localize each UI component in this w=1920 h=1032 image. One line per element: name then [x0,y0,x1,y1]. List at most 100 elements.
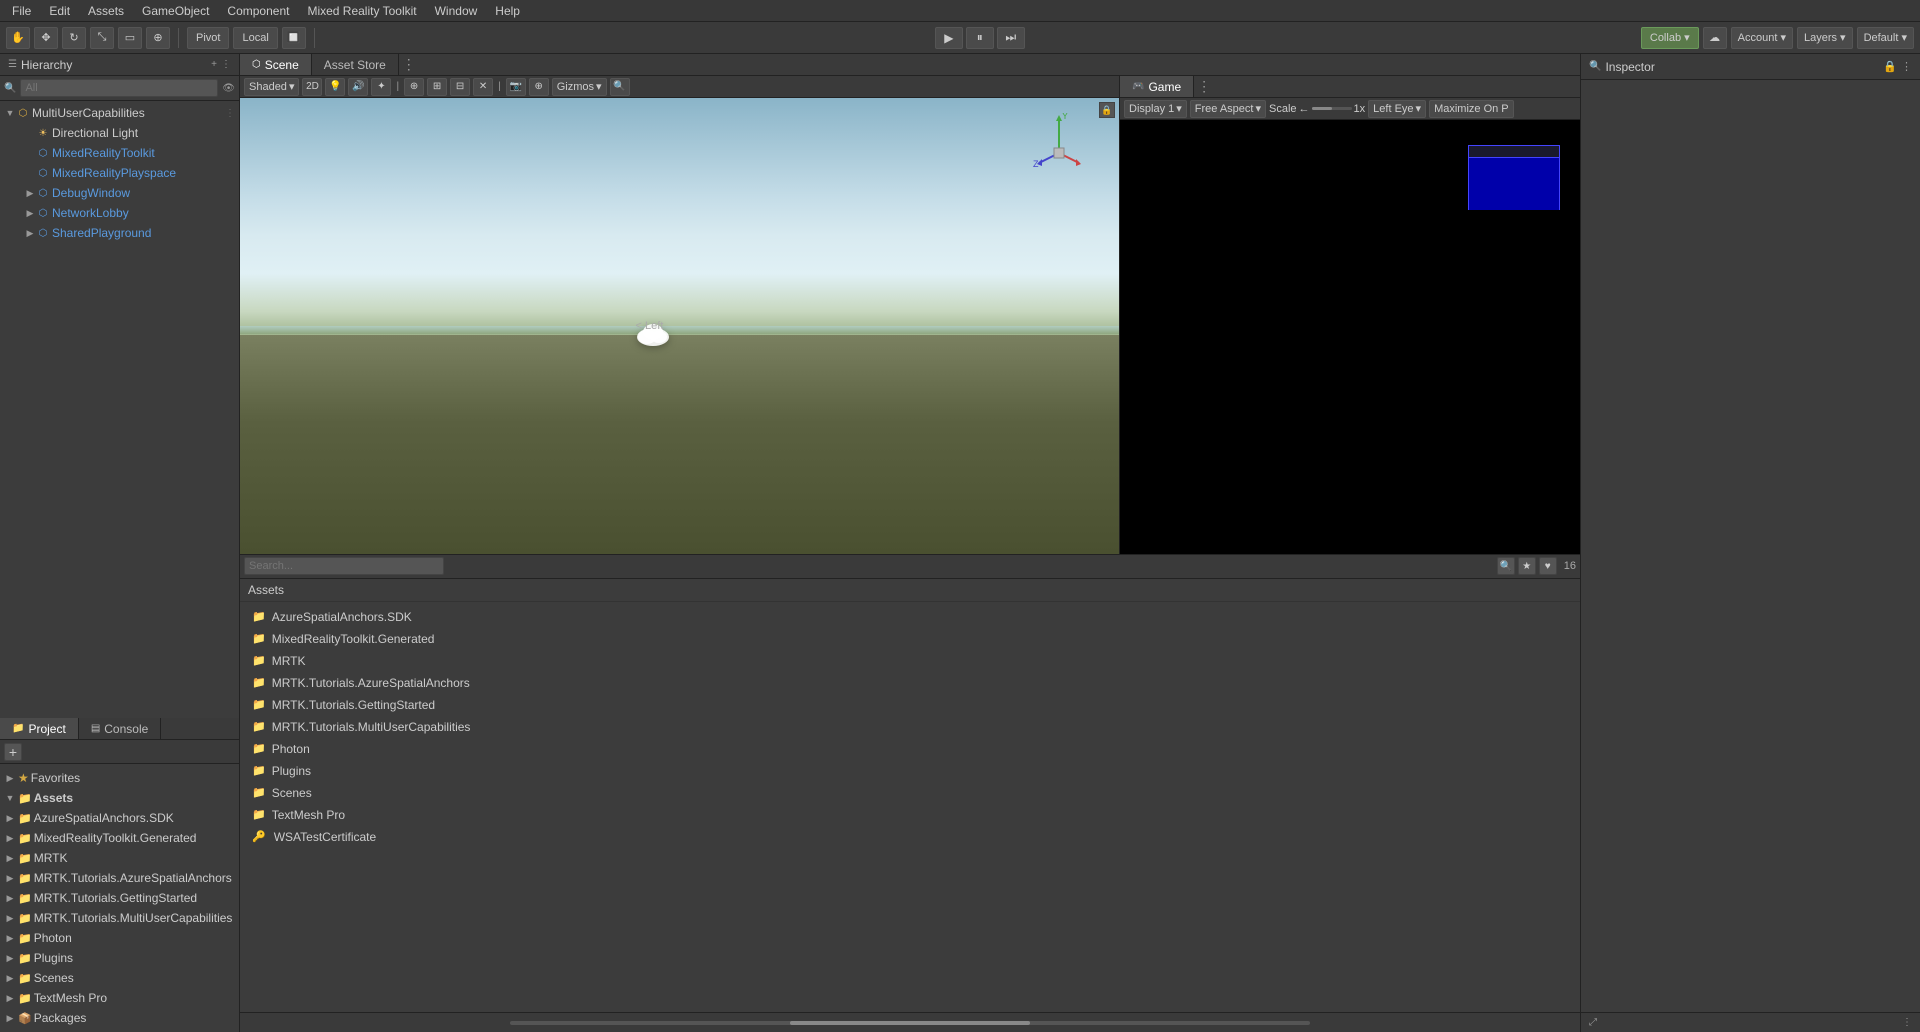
folder-textmesh[interactable]: ▶ 📁 TextMesh Pro [0,988,239,1008]
menu-mrtk[interactable]: Mixed Reality Toolkit [299,2,424,20]
inspector-more-btn[interactable]: ⋮ [1901,60,1912,73]
fx-btn[interactable]: ✦ [371,78,391,96]
step-btn[interactable]: ⏭ [997,27,1025,49]
hierarchy-more-btn[interactable]: ⋮ [221,59,231,70]
scene-search-btn[interactable]: 🔍 [610,78,630,96]
asset-filter-btn[interactable]: 🔍 [1497,557,1515,575]
menu-help[interactable]: Help [487,2,528,20]
inspector-more2-btn[interactable]: ⋮ [1902,1017,1912,1028]
menu-assets[interactable]: Assets [80,2,132,20]
hierarchy-item-mrtk[interactable]: ⬡ MixedRealityToolkit [0,143,239,163]
eye-dropdown[interactable]: Left Eye ▾ [1368,100,1426,118]
root-more-btn[interactable]: ⋮ [225,108,235,119]
scale-tool-btn[interactable]: ⤡ [90,27,114,49]
scene-cam-btn[interactable]: 📷 [506,78,526,96]
menu-edit[interactable]: Edit [41,2,78,20]
favorites-item[interactable]: ▶ ★ Favorites [0,768,239,788]
play-btn[interactable]: ▶ [935,27,963,49]
menu-component[interactable]: Component [219,2,297,20]
hand-tool-btn[interactable]: ✋ [6,27,30,49]
folder-mrtk-multiuser[interactable]: ▶ 📁 MRTK.Tutorials.MultiUserCapabilities [0,908,239,928]
project-tab[interactable]: 📁 Project [0,718,79,739]
move-tool-btn[interactable]: ✥ [34,27,58,49]
project-add-btn[interactable]: + [4,743,22,761]
horizontal-scrollbar[interactable] [510,1021,1309,1025]
collab-btn[interactable]: Collab ▾ [1641,27,1699,49]
hierarchy-add-btn[interactable]: + [211,59,217,70]
gizmos-dropdown[interactable]: Gizmos ▾ [552,78,607,96]
inspector-resize-icon[interactable]: ⤢ [1589,1017,1597,1028]
folder-mrtk-generated[interactable]: ▶ 📁 MixedRealityToolkit.Generated [0,828,239,848]
scene-btn2[interactable]: ⊞ [427,78,447,96]
aspect-dropdown[interactable]: Free Aspect ▾ [1190,100,1266,118]
maximize-dropdown[interactable]: Maximize On P [1429,100,1514,118]
asset-fav-btn[interactable]: ♥ [1539,557,1557,575]
lighting-btn[interactable]: 💡 [325,78,345,96]
folder-mrtk[interactable]: ▶ 📁 MRTK [0,848,239,868]
hierarchy-item-networklobby[interactable]: ▶ ⬡ NetworkLobby [0,203,239,223]
2d-btn[interactable]: 2D [302,78,322,96]
console-tab[interactable]: ▤ Console [79,718,161,739]
folder-scenes[interactable]: ▶ 📁 Scenes [0,968,239,988]
menu-gameobject[interactable]: GameObject [134,2,217,20]
hierarchy-item-debugwindow[interactable]: ▶ ⬡ DebugWindow [0,183,239,203]
asset-item-wsa-cert[interactable]: 🔑 WSATestCertificate [248,826,1572,848]
asset-item-plugins[interactable]: 📁 Plugins [248,760,1572,782]
shaded-dropdown[interactable]: Shaded ▾ [244,78,299,96]
snap-btn[interactable]: 🔲 [282,27,306,49]
display-dropdown[interactable]: Display 1 ▾ [1124,100,1187,118]
asset-item-mrtk-gen[interactable]: 📁 MixedRealityToolkit.Generated [248,628,1572,650]
rotate-tool-btn[interactable]: ↻ [62,27,86,49]
account-dropdown[interactable]: Account ▾ [1731,27,1793,49]
scene-tab[interactable]: ⬡ Scene [240,54,312,75]
transform-tool-btn[interactable]: ⊕ [146,27,170,49]
cloud-btn[interactable]: ☁ [1703,27,1727,49]
folder-mrtk-azure[interactable]: ▶ 📁 MRTK.Tutorials.AzureSpatialAnchors [0,868,239,888]
asset-item-azure-sdk[interactable]: 📁 AzureSpatialAnchors.SDK [248,606,1572,628]
hierarchy-item-root[interactable]: ▼ ⬡ MultiUserCapabilities ⋮ [0,103,239,123]
menu-window[interactable]: Window [427,2,486,20]
folder-plugins[interactable]: ▶ 📁 Plugins [0,948,239,968]
layers-dropdown[interactable]: Layers ▾ [1797,27,1853,49]
packages-item[interactable]: ▶ 📦 Packages [0,1008,239,1028]
asset-item-scenes[interactable]: 📁 Scenes [248,782,1572,804]
hierarchy-search-input[interactable] [20,79,218,97]
asset-item-mrtk-mu[interactable]: 📁 MRTK.Tutorials.MultiUserCapabilities [248,716,1572,738]
assets-root-item[interactable]: ▼ 📁 Assets [0,788,239,808]
pause-btn[interactable]: ⏸ [966,27,994,49]
folder-mrtk-getting-started[interactable]: ▶ 📁 MRTK.Tutorials.GettingStarted [0,888,239,908]
asset-store-tab[interactable]: Asset Store [312,54,399,75]
eye-label: Left Eye [1373,103,1413,115]
scene-btn1[interactable]: ⊕ [404,78,424,96]
game-tab-more[interactable]: ⋮ [1194,76,1214,97]
folder-photon[interactable]: ▶ 📁 Photon [0,928,239,948]
game-canvas[interactable] [1120,120,1580,554]
folder-azure-sdk[interactable]: ▶ 📁 AzureSpatialAnchors.SDK [0,808,239,828]
audio-btn[interactable]: 🔊 [348,78,368,96]
hierarchy-item-sharedplayground[interactable]: ▶ ⬡ SharedPlayground [0,223,239,243]
local-btn[interactable]: Local [233,27,277,49]
game-tab[interactable]: 🎮 Game [1120,76,1194,97]
hierarchy-eye-btn[interactable]: 👁 [222,83,235,94]
rect-tool-btn[interactable]: ▭ [118,27,142,49]
scale-slider[interactable] [1312,107,1352,110]
scene-lock-btn[interactable]: 🔒 [1099,102,1115,118]
asset-item-mrtk[interactable]: 📁 MRTK [248,650,1572,672]
asset-item-photon[interactable]: 📁 Photon [248,738,1572,760]
asset-search-input[interactable] [244,557,444,575]
scene-btn3[interactable]: ⊟ [450,78,470,96]
scene-close-btn[interactable]: ✕ [473,78,493,96]
scene-canvas[interactable]: Y Z [240,98,1119,554]
asset-item-textmesh[interactable]: 📁 TextMesh Pro [248,804,1572,826]
menu-file[interactable]: File [4,2,39,20]
tabs-more-btn[interactable]: ⋮ [399,54,419,75]
pivot-btn[interactable]: Pivot [187,27,229,49]
scene-btn4[interactable]: ⊕ [529,78,549,96]
inspector-lock-icon[interactable]: 🔒 [1883,60,1897,73]
default-layout-dropdown[interactable]: Default ▾ [1857,27,1914,49]
asset-bookmark-btn[interactable]: ★ [1518,557,1536,575]
asset-item-mrtk-azure[interactable]: 📁 MRTK.Tutorials.AzureSpatialAnchors [248,672,1572,694]
asset-item-mrtk-gs[interactable]: 📁 MRTK.Tutorials.GettingStarted [248,694,1572,716]
hierarchy-item-mrplayspace[interactable]: ⬡ MixedRealityPlayspace [0,163,239,183]
hierarchy-item-directional-light[interactable]: ☀ Directional Light [0,123,239,143]
